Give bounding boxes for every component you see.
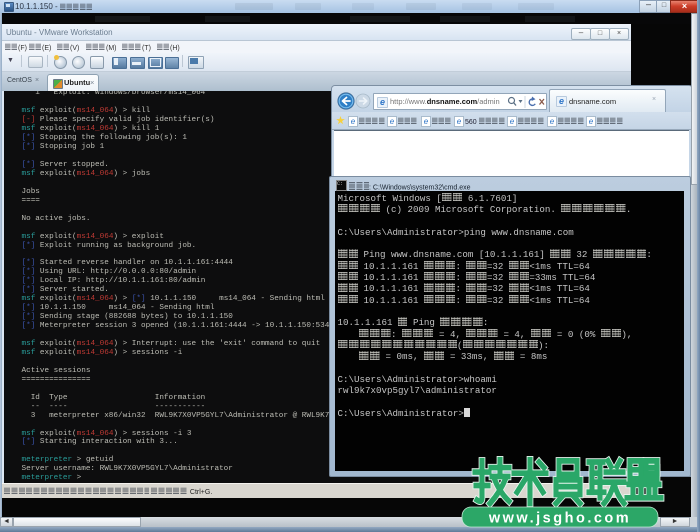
svg-text:www.jsgho.com: www.jsgho.com xyxy=(488,511,631,527)
